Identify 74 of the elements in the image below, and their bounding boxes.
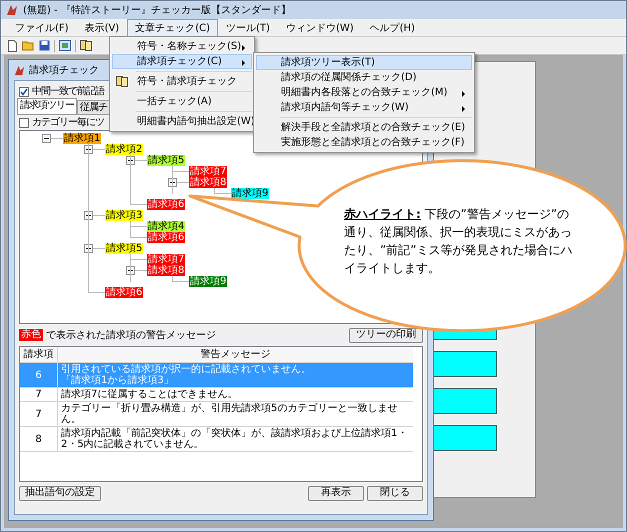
dialog-title: 請求項チェック	[29, 64, 99, 78]
checkbox[interactable]	[19, 118, 29, 128]
table-row[interactable]: 7 請求項7に従属することはできません。	[20, 388, 413, 402]
tree-node[interactable]: 請求項4	[147, 221, 186, 232]
legend-text: で表示された請求項の警告メッセージ	[46, 328, 216, 342]
collapse-toggle-icon[interactable]	[168, 178, 177, 187]
menu-item[interactable]: 明細書内各段落との合致チェック(M)	[256, 85, 472, 100]
tree-node[interactable]: 請求項9	[231, 188, 270, 199]
new-file-icon[interactable]	[7, 40, 18, 52]
collapse-toggle-icon[interactable]	[126, 266, 135, 275]
menu-item[interactable]: 解決手段と全請求項との合致チェック(E)	[256, 120, 472, 135]
table-row[interactable]: 7 カテゴリー「折り畳み構造」が、引用先請求項5のカテゴリーと一致しません。	[20, 402, 413, 427]
table-cell: 6	[20, 363, 58, 387]
menu-bar-item[interactable]: ツール(T)	[218, 18, 278, 36]
tree-node[interactable]: 請求項3	[105, 210, 144, 221]
menu-item[interactable]: 符号・請求項チェック	[112, 74, 252, 89]
dialog-button[interactable]: 閉じる	[367, 486, 423, 500]
window-icon[interactable]	[59, 40, 71, 51]
print-tree-button[interactable]: ツリーの印刷	[349, 328, 423, 342]
app-icon	[6, 4, 18, 16]
menu-bar-item[interactable]: 表示(V)	[76, 18, 128, 36]
menu-item[interactable]: 請求項チェック(C)	[112, 54, 252, 69]
collapse-toggle-icon[interactable]	[84, 211, 93, 220]
table-cell: 7	[20, 402, 58, 426]
collapse-toggle-icon[interactable]	[84, 145, 93, 154]
table-cell: 7	[20, 388, 58, 401]
menu-bar-item[interactable]: ファイル(F)	[7, 18, 77, 36]
menu-item[interactable]: 実施形態と全請求項との合致チェック(F)	[256, 135, 472, 150]
checkbox[interactable]	[19, 86, 29, 96]
menu-item[interactable]: 一括チェック(A)	[112, 94, 252, 109]
tree-node[interactable]: 請求項6	[147, 232, 186, 243]
table-cell-text: カテゴリー「折り畳み構造」が、引用先請求項5のカテゴリーと一致しません。	[61, 403, 398, 425]
tree-node[interactable]: 請求項2	[105, 144, 144, 155]
column-header[interactable]: 警告メッセージ	[58, 347, 413, 362]
menu-bar-item[interactable]: 文章チェック(C)	[127, 18, 218, 36]
app-icon	[14, 64, 25, 76]
menu-bar-item[interactable]: ヘルプ(H)	[362, 18, 423, 36]
table-cell-text: 引用されている請求項が択一的に記載されていません。	[61, 364, 312, 375]
collapse-toggle-icon[interactable]	[126, 156, 135, 165]
tree-node[interactable]: 請求項9	[189, 276, 228, 287]
dialog-button[interactable]: 再表示	[308, 486, 364, 500]
table-cell-text: 「請求項1から請求項3」	[61, 375, 175, 386]
tree-node[interactable]: 請求項5	[147, 155, 186, 166]
menu-bar-item[interactable]: ウィンドウ(W)	[278, 18, 362, 36]
tree-node[interactable]: 請求項1	[63, 133, 102, 144]
menu-item[interactable]: 請求項ツリー表示(T)	[256, 55, 472, 70]
menu-item[interactable]: 請求項内語句等チェック(W)	[256, 100, 472, 115]
table-cell-text: 請求項内記載「前記突状体」の「突状体」が、該請求項および上位請求項1・2・5内に記載されていません。	[61, 428, 408, 450]
table-cell: 8	[20, 427, 58, 451]
collapse-toggle-icon[interactable]	[42, 134, 51, 143]
tree-node[interactable]: 請求項6	[147, 199, 186, 210]
column-header[interactable]: 請求項	[20, 347, 58, 362]
menu-item[interactable]: 請求項の従属関係チェック(D)	[256, 70, 472, 85]
tree-node[interactable]: 請求項8	[189, 177, 228, 188]
tree-node[interactable]: 請求項5	[105, 243, 144, 254]
table-row[interactable]: 8 請求項内記載「前記突状体」の「突状体」が、該請求項および上位請求項1・2・5内に記載されていません。	[20, 427, 413, 452]
checkbox-label: 中間一致で前記語	[32, 84, 104, 99]
tree-node[interactable]: 請求項8	[147, 265, 186, 276]
tab[interactable]: 請求項ツリー	[17, 98, 77, 114]
folder-icon[interactable]	[22, 40, 35, 51]
tab[interactable]: 従属チ	[77, 100, 110, 114]
tree-node[interactable]: 請求項7	[147, 254, 186, 265]
menu-item[interactable]: 符号・名称チェック(S)	[112, 39, 252, 54]
extraction-settings-button[interactable]: 抽出語句の設定	[19, 486, 101, 500]
table-cell-text: 請求項7に従属することはできません。	[61, 389, 238, 400]
collapse-toggle-icon[interactable]	[84, 244, 93, 253]
callout-text: 赤ハイライト: 下段の”警告メッセージ”の通り、従属関係、択一的表現にミスがあったり、”前記”ミス等が発見された場合にハイライトします。	[344, 206, 574, 277]
window-title: (無題) - 『特許ストーリー』チェッカー版【スタンダード】	[23, 4, 291, 18]
legend-badge: 赤色	[19, 329, 43, 341]
tree-node[interactable]: 請求項6	[105, 287, 144, 298]
tree-node[interactable]: 請求項7	[189, 166, 228, 177]
checkbox-label: カテゴリー毎にツ	[32, 116, 104, 130]
save-icon[interactable]	[39, 40, 50, 51]
book-icon[interactable]	[80, 40, 92, 51]
